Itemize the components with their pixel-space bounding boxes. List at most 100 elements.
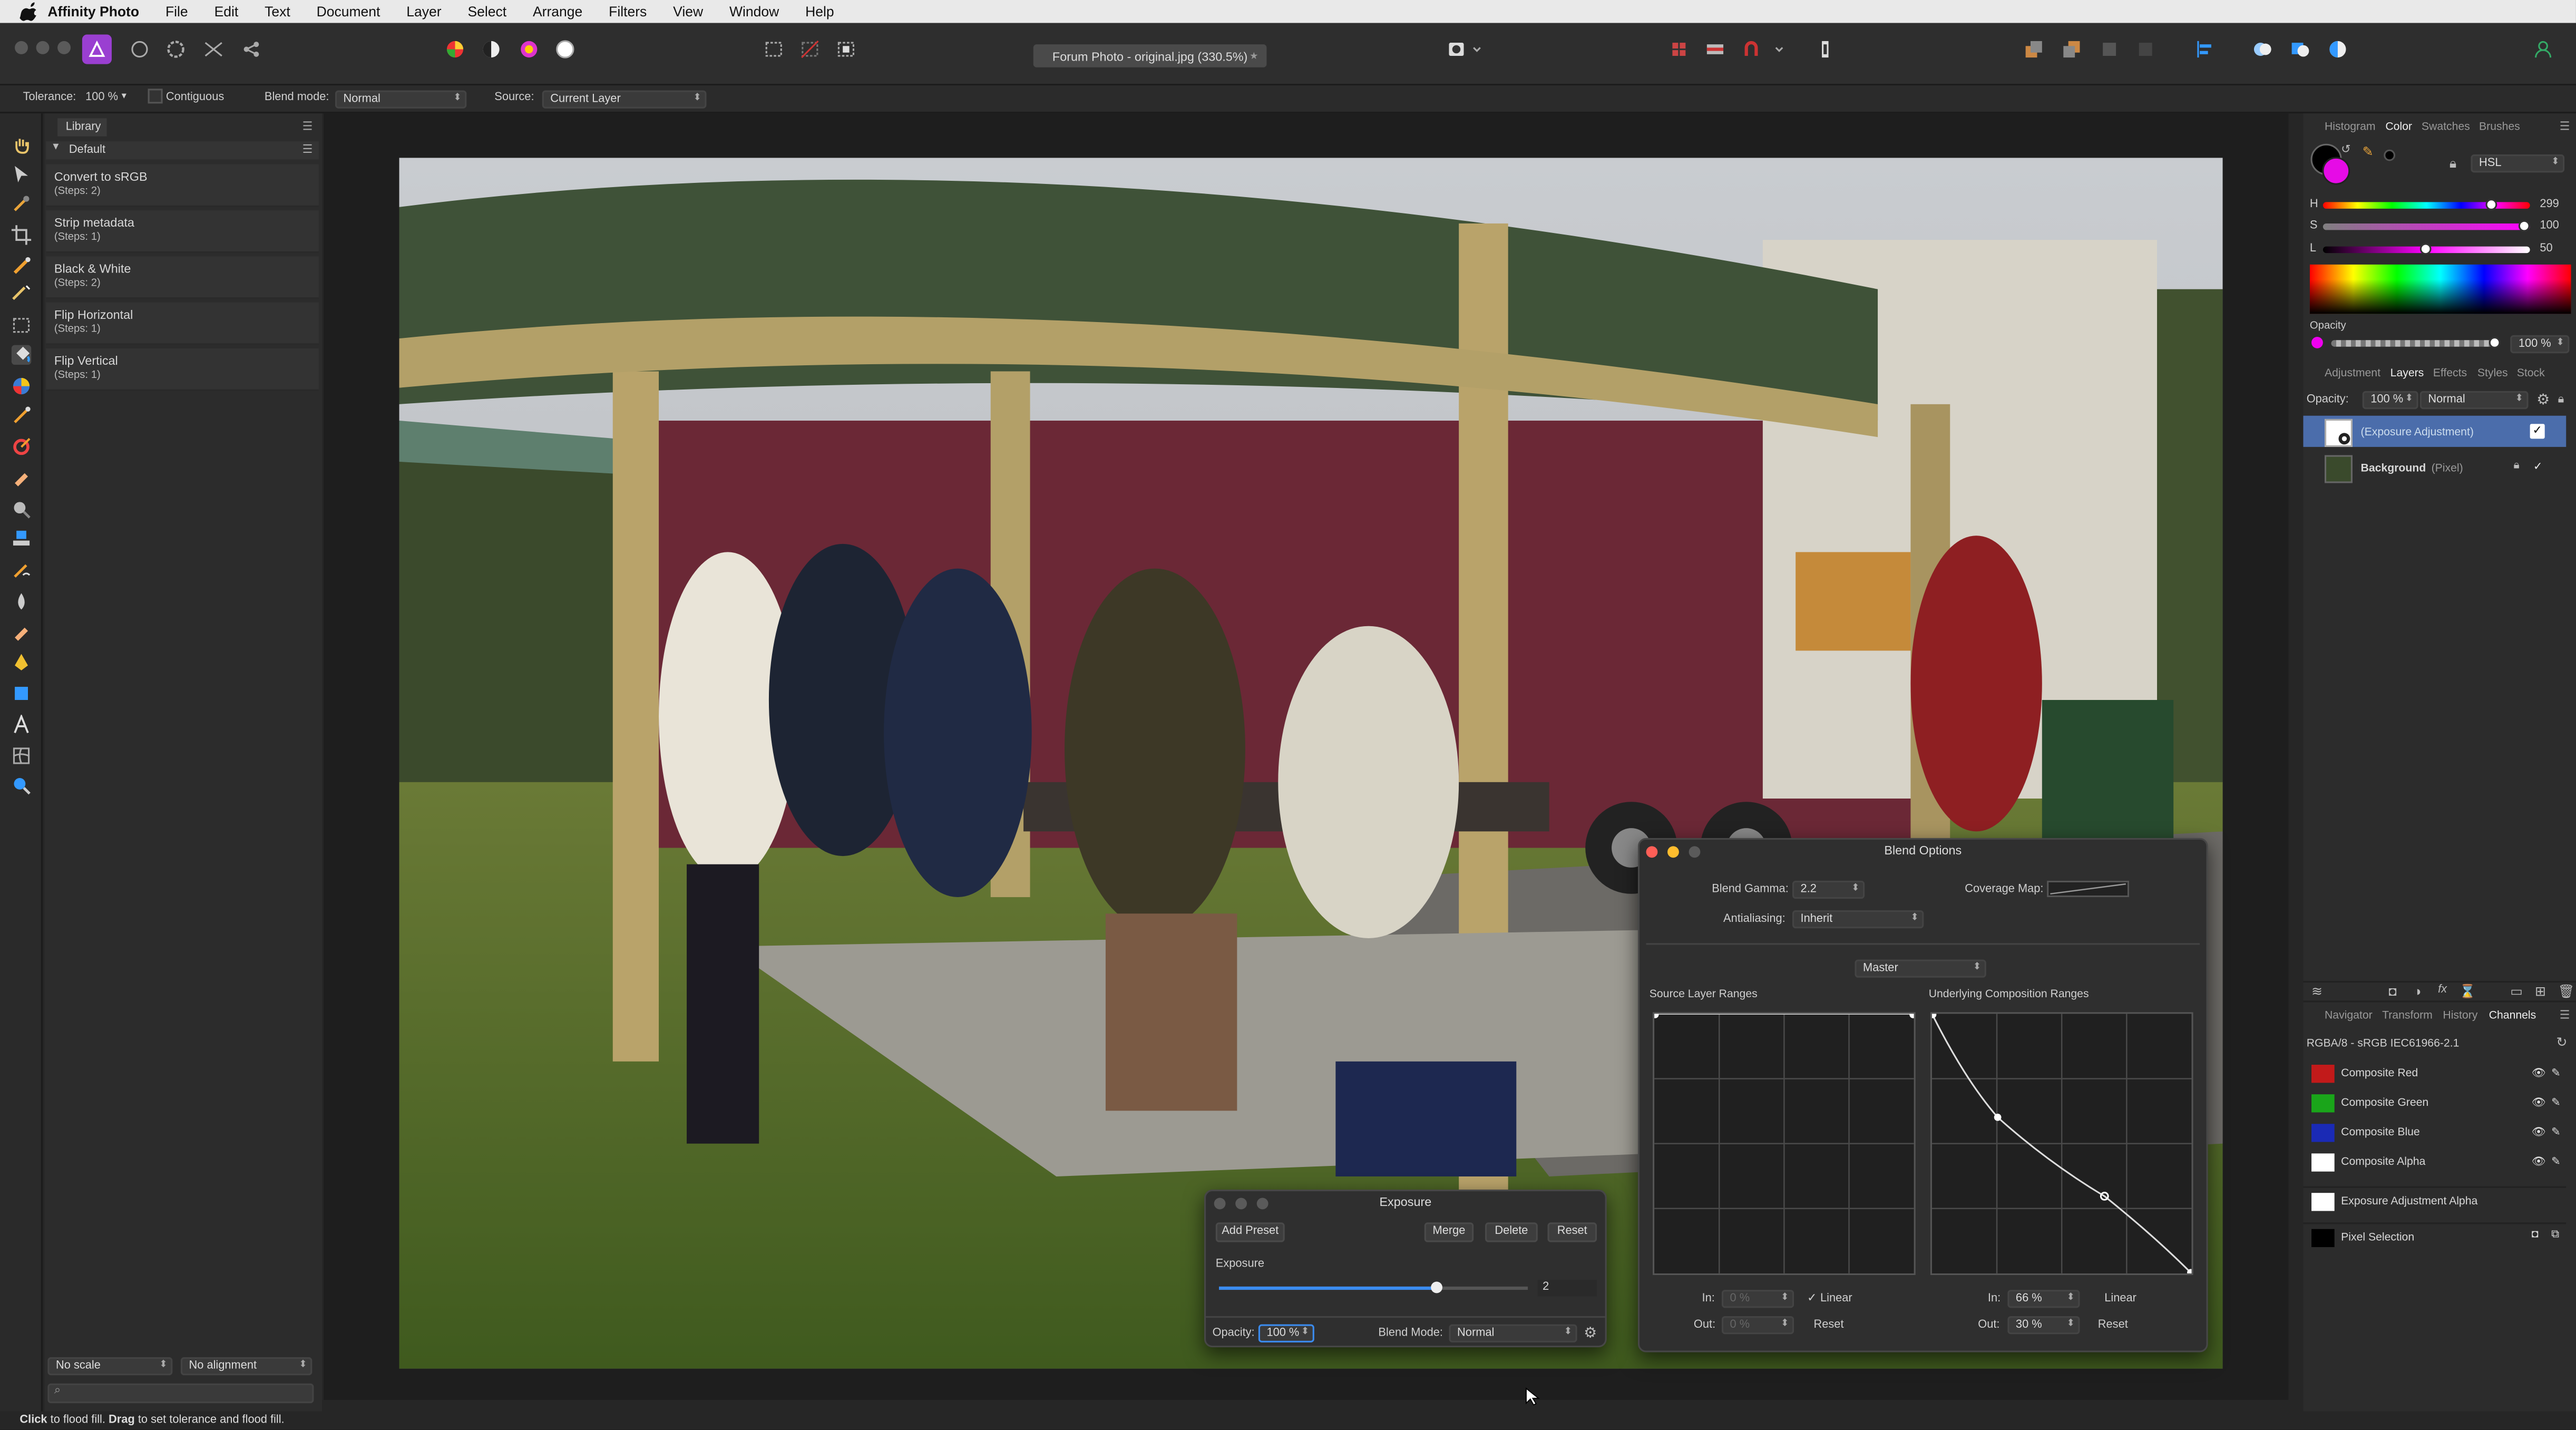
selection-brush-tool-icon[interactable] <box>12 256 31 276</box>
eyedropper-icon[interactable]: ✎ <box>2363 144 2374 159</box>
flood-select-tool-icon[interactable] <box>12 284 31 304</box>
exposure-opacity-input[interactable]: 100 % <box>1258 1324 1314 1343</box>
edit-icon[interactable]: ✎ <box>2551 1096 2561 1109</box>
saturation-slider[interactable] <box>2323 223 2530 230</box>
layer-lock-icon[interactable]: 🔒︎ <box>2558 394 2564 407</box>
add-preset-button[interactable]: Add Preset <box>1215 1222 1285 1242</box>
menu-filters[interactable]: Filters <box>596 3 660 20</box>
underlying-ranges-graph[interactable] <box>1929 1011 2194 1277</box>
edit-icon[interactable]: ✎ <box>2551 1155 2561 1169</box>
photo-persona-icon[interactable] <box>82 34 112 64</box>
tab-stock[interactable]: Stock <box>2517 368 2545 380</box>
channel-row-exposure-alpha[interactable]: Exposure Adjustment Alpha <box>2303 1186 2567 1214</box>
arrange-front-icon[interactable] <box>2095 34 2124 64</box>
layer-settings-gear-icon[interactable]: ⚙ <box>2536 391 2550 409</box>
hand-tool-icon[interactable] <box>12 135 31 154</box>
alignment-icon[interactable] <box>2190 34 2219 64</box>
live-filter-icon[interactable]: ⌛ <box>2460 984 2476 999</box>
macro-flip-horizontal[interactable]: Flip Horizontal (Steps: 1) <box>46 302 319 345</box>
marquee-tool-icon[interactable] <box>12 316 31 335</box>
tolerance-value[interactable]: 100 % <box>85 92 118 104</box>
exposure-close-button[interactable] <box>1214 1198 1226 1210</box>
underlying-in-input[interactable]: 66 % <box>2007 1290 2080 1308</box>
develop-persona-icon[interactable] <box>161 34 190 64</box>
source-reset-button[interactable]: Reset <box>1813 1319 1843 1331</box>
hue-slider-knob[interactable] <box>2485 199 2497 211</box>
blend-gamma-select[interactable]: 2.2 <box>1792 880 1865 899</box>
antialiasing-select[interactable]: Inherit <box>1792 910 1924 929</box>
menu-layer[interactable]: Layer <box>393 3 454 20</box>
channels-menu-icon[interactable]: ☰ <box>2560 1009 2570 1022</box>
apple-icon[interactable] <box>18 2 37 21</box>
source-in-input[interactable]: 0 % <box>1721 1290 1794 1308</box>
reset-button[interactable]: Reset <box>1547 1222 1597 1242</box>
layer-lock-icon[interactable]: 🔒︎ <box>2513 460 2519 473</box>
add-mode-icon[interactable] <box>2247 34 2277 64</box>
macro-flip-vertical[interactable]: Flip Vertical (Steps: 1) <box>46 348 319 391</box>
channel-row-green[interactable]: Composite Green 👁︎ ✎ <box>2303 1089 2566 1117</box>
menu-window[interactable]: Window <box>716 3 792 20</box>
eye-icon[interactable]: 👁︎ <box>2532 1125 2546 1139</box>
document-tab[interactable]: Forum Photo - original.jpg (330.5%) ★ <box>1033 44 1267 67</box>
window-minimize-button[interactable] <box>36 41 50 54</box>
tab-histogram[interactable]: Histogram <box>2325 122 2376 133</box>
eye-icon[interactable]: 👁︎ <box>2532 1096 2546 1109</box>
paint-brush-tool-icon[interactable] <box>12 406 31 425</box>
inpainting-tool-icon[interactable] <box>12 560 31 580</box>
underlying-out-input[interactable]: 30 % <box>2007 1316 2080 1335</box>
deselect-icon[interactable] <box>795 34 825 64</box>
tab-history[interactable]: History <box>2443 1010 2477 1022</box>
window-close-button[interactable] <box>15 41 28 54</box>
tab-library[interactable]: Library <box>57 118 107 137</box>
crop-tool-icon[interactable] <box>11 225 32 245</box>
delete-layer-icon[interactable]: 🗑︎ <box>2558 984 2575 999</box>
tab-navigator[interactable]: Navigator <box>2325 1010 2373 1022</box>
layer-visibility-checkbox[interactable]: ✓ <box>2533 460 2543 473</box>
pen-tool-icon[interactable] <box>12 653 31 672</box>
auto-white-balance-icon[interactable] <box>550 34 580 64</box>
hue-value[interactable]: 299 <box>2540 199 2559 210</box>
color-model-select[interactable]: HSL <box>2471 154 2565 173</box>
arrange-forward-icon[interactable] <box>2019 34 2048 64</box>
channel-select[interactable]: Master <box>1855 959 1986 978</box>
shape-tool-icon[interactable] <box>12 684 31 703</box>
blend-mode-select[interactable]: Normal <box>335 90 467 109</box>
arrange-bottom-icon[interactable] <box>2131 34 2160 64</box>
eye-icon[interactable]: 👁︎ <box>2532 1155 2546 1169</box>
tab-styles[interactable]: Styles <box>2477 368 2508 380</box>
menu-view[interactable]: View <box>660 3 716 20</box>
snapping-options-icon[interactable] <box>1738 34 1788 64</box>
group-menu-icon[interactable]: ☰ <box>303 143 313 156</box>
library-menu-icon[interactable]: ☰ <box>303 120 313 133</box>
tone-mapping-persona-icon[interactable] <box>199 34 228 64</box>
auto-contrast-icon[interactable] <box>476 34 506 64</box>
eye-icon[interactable]: 👁︎ <box>2532 1066 2546 1079</box>
hue-slider[interactable] <box>2323 202 2530 209</box>
exposure-minimize-button[interactable] <box>1235 1198 1247 1210</box>
underlying-linear-label[interactable]: Linear <box>2104 1293 2136 1305</box>
scale-select[interactable]: No scale <box>47 1357 173 1376</box>
mask-layer-icon[interactable]: ◘ <box>2389 984 2397 999</box>
exposure-zoom-button[interactable] <box>1256 1198 1269 1210</box>
layer-opacity-select[interactable]: 100 % <box>2362 391 2418 410</box>
alignment-select[interactable]: No alignment <box>180 1357 313 1376</box>
zoom-tool-icon[interactable] <box>12 775 31 795</box>
exposure-value-input[interactable]: 2 <box>1537 1280 1597 1297</box>
layer-visibility-checkbox[interactable]: ✓ <box>2530 424 2545 439</box>
clone-tool-icon[interactable] <box>12 529 31 549</box>
app-menu[interactable]: Affinity Photo <box>47 3 152 20</box>
opacity-value[interactable]: 100 % <box>2510 335 2570 354</box>
flood-fill-tool-icon[interactable] <box>11 345 32 365</box>
lightness-slider-knob[interactable] <box>2419 243 2432 255</box>
source-select[interactable]: Current Layer <box>542 90 707 109</box>
copy-icon[interactable]: ⧉ <box>2551 1229 2559 1242</box>
tab-channels[interactable]: Channels <box>2489 1010 2536 1022</box>
underlying-reset-button[interactable]: Reset <box>2098 1319 2128 1331</box>
saturation-slider-knob[interactable] <box>2518 220 2530 232</box>
menu-file[interactable]: File <box>152 3 201 20</box>
saturation-value[interactable]: 100 <box>2540 220 2559 232</box>
color-panel-menu-icon[interactable]: ☰ <box>2560 120 2570 133</box>
snapping-icon[interactable] <box>1664 34 1694 64</box>
contiguous-checkbox[interactable] <box>148 89 163 104</box>
invert-selection-icon[interactable] <box>831 34 861 64</box>
